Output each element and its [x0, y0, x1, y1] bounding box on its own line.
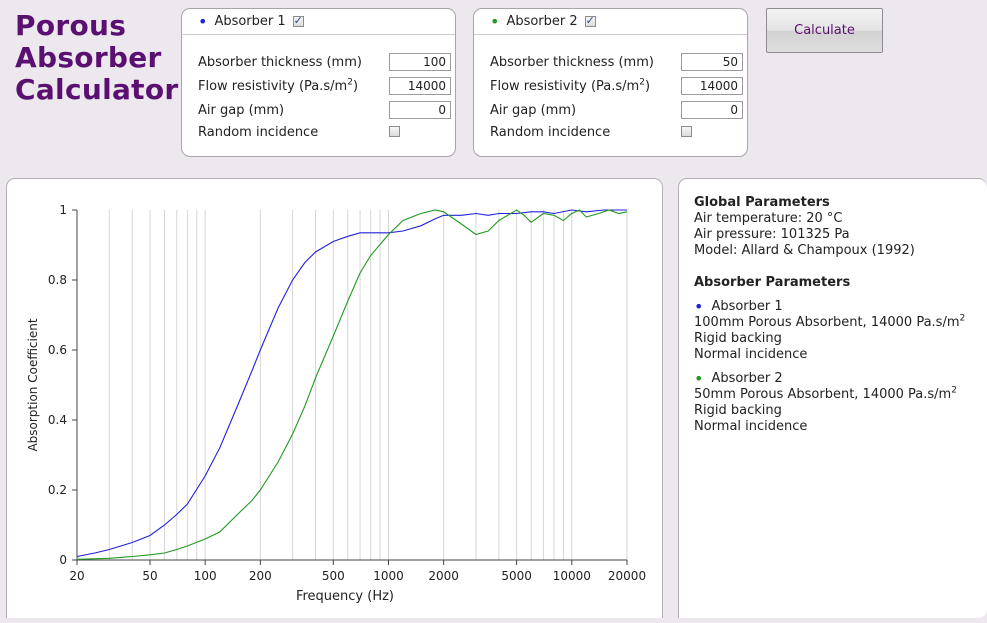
x-tick-label: 20000 [608, 569, 646, 583]
app-title-line-3: Calculator [15, 73, 179, 106]
x-tick-label: 500 [322, 569, 345, 583]
x-tick-label: 20 [69, 569, 84, 583]
y-tick-label: 0.2 [48, 483, 67, 497]
chart-series [76, 209, 628, 560]
absorber-2-panel: • Absorber 2 Absorber thickness (mm) 50 … [473, 8, 748, 157]
absorber-parameters-heading: Absorber Parameters [694, 275, 851, 290]
x-tick-label: 200 [249, 569, 272, 583]
chart-axes [76, 210, 627, 561]
absorption-chart: 0 0.2 0.4 0.6 0.8 1 20 50 100 200 500 1000 2000 5000 1… [26, 203, 646, 604]
info-panel: Global Parameters Air temperature: 20 °C… [678, 178, 987, 618]
info-absorber-2-title: • Absorber 2 [694, 371, 987, 387]
y-tick-label: 0.6 [48, 343, 67, 357]
y-tick-label: 0 [59, 553, 67, 567]
info-absorber-2-backing: Rigid backing [694, 403, 782, 418]
absorber-2-thickness-label: Absorber thickness (mm) [490, 54, 654, 70]
y-tick-label: 0.4 [48, 413, 67, 427]
absorber-1-dot-icon: • [198, 11, 208, 31]
chart-ticks: 0 0.2 0.4 0.6 0.8 1 20 50 100 200 500 1000 2000 5000 1… [48, 203, 646, 583]
absorber-2-thickness-input[interactable]: 50 [681, 53, 743, 71]
app-title-line-1: Porous [15, 9, 127, 42]
absorber-2-name: Absorber 2 [506, 14, 578, 29]
app-title-line-2: Absorber [15, 41, 162, 74]
absorber-2-flow-label: Flow resistivity (Pa.s/m2) [490, 77, 651, 94]
absorber-1-thickness-row: Absorber thickness (mm) 100 [198, 52, 451, 72]
absorber-1-airgap-input[interactable]: 0 [389, 101, 451, 119]
absorber-1-header: • Absorber 1 [182, 9, 455, 35]
x-tick-label: 2000 [428, 569, 459, 583]
y-axis-label: Absorption Coefficient [26, 318, 40, 451]
info-absorber-2-incidence: Normal incidence [694, 419, 808, 434]
absorber-1-random-checkbox[interactable] [389, 126, 400, 137]
absorber-1-thickness-label: Absorber thickness (mm) [198, 54, 362, 70]
absorber-1-thickness-input[interactable]: 100 [389, 53, 451, 71]
model-text: Model: Allard & Champoux (1992) [694, 243, 915, 258]
absorber-2-airgap-row: Air gap (mm) 0 [490, 100, 743, 120]
info-absorber-2-name: Absorber 2 [711, 371, 783, 386]
absorber-2-thickness-row: Absorber thickness (mm) 50 [490, 52, 743, 72]
absorber-1-airgap-row: Air gap (mm) 0 [198, 100, 451, 120]
app-title: Porous Absorber Calculator [15, 10, 179, 106]
absorber-2-header: • Absorber 2 [474, 9, 747, 35]
global-parameters-heading: Global Parameters [694, 195, 830, 210]
absorber-2-enable-checkbox[interactable] [584, 14, 596, 27]
x-tick-label: 1000 [373, 569, 404, 583]
x-tick-label: 100 [194, 569, 217, 583]
absorber-2-dot-icon: • [490, 11, 500, 31]
info-absorber-1-incidence: Normal incidence [694, 347, 808, 362]
series-line-absorber-2 [76, 209, 628, 560]
x-axis-label: Frequency (Hz) [296, 589, 394, 604]
absorber-2-flow-input[interactable]: 14000 [681, 77, 743, 95]
info-absorber-2-dot-icon: • [694, 369, 704, 388]
absorber-1-name: Absorber 1 [214, 14, 286, 29]
chart-grid [76, 210, 628, 560]
info-absorber-1-desc: 100mm Porous Absorbent, 14000 Pa.s/m2 [694, 313, 966, 330]
x-tick-label: 5000 [501, 569, 532, 583]
info-absorber-1-title: • Absorber 1 [694, 299, 987, 315]
absorber-1-flow-input[interactable]: 14000 [389, 77, 451, 95]
absorber-1-enable-checkbox[interactable] [292, 14, 304, 27]
chart-panel: 0 0.2 0.4 0.6 0.8 1 20 50 100 200 500 1000 2000 5000 1… [6, 178, 663, 618]
absorber-2-airgap-label: Air gap (mm) [490, 102, 577, 118]
absorber-2-random-label: Random incidence [490, 124, 611, 140]
info-absorber-2-desc: 50mm Porous Absorbent, 14000 Pa.s/m2 [694, 385, 957, 402]
calculate-button[interactable]: Calculate [766, 8, 883, 53]
absorber-1-flow-label: Flow resistivity (Pa.s/m2) [198, 77, 359, 94]
info-absorber-1-name: Absorber 1 [711, 299, 783, 314]
y-tick-label: 0.8 [48, 273, 67, 287]
absorber-2-airgap-input[interactable]: 0 [681, 101, 743, 119]
absorber-1-airgap-label: Air gap (mm) [198, 102, 285, 118]
x-tick-label: 10000 [553, 569, 591, 583]
absorber-1-random-row: Random incidence [198, 122, 400, 142]
series-line-absorber-1 [76, 209, 627, 558]
absorber-1-random-label: Random incidence [198, 124, 319, 140]
y-tick-label: 1 [59, 203, 67, 217]
absorber-1-panel: • Absorber 1 Absorber thickness (mm) 100… [181, 8, 456, 157]
info-absorber-1-backing: Rigid backing [694, 331, 782, 346]
x-tick-label: 50 [142, 569, 157, 583]
absorber-2-random-checkbox[interactable] [681, 126, 692, 137]
absorber-2-flow-row: Flow resistivity (Pa.s/m2) 14000 [490, 76, 743, 96]
absorber-2-random-row: Random incidence [490, 122, 692, 142]
info-absorber-1-dot-icon: • [694, 297, 704, 316]
air-pressure-text: Air pressure: 101325 Pa [694, 227, 850, 242]
absorber-1-flow-row: Flow resistivity (Pa.s/m2) 14000 [198, 76, 451, 96]
air-temperature-text: Air temperature: 20 °C [694, 211, 843, 226]
